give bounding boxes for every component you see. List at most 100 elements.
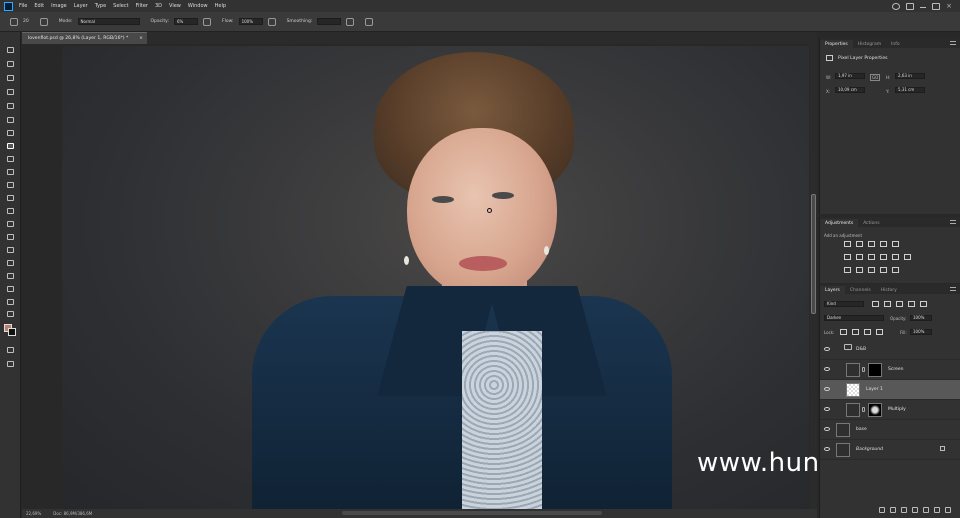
blend-mode-select[interactable]: Darken: [824, 315, 884, 321]
lock-transparency-icon[interactable]: [840, 329, 847, 335]
posterize-icon[interactable]: [856, 267, 863, 273]
eyedropper-tool-icon[interactable]: [6, 116, 15, 124]
trash-icon[interactable]: [945, 507, 951, 513]
gradient-tool-icon[interactable]: [6, 194, 15, 202]
hue-saturation-icon[interactable]: [844, 254, 851, 260]
black-white-icon[interactable]: [868, 254, 875, 260]
menu-view[interactable]: View: [169, 3, 181, 9]
selective-color-icon[interactable]: [892, 267, 899, 273]
eraser-tool-icon[interactable]: [6, 181, 15, 189]
zoom-tool-icon[interactable]: [6, 298, 15, 306]
document-tab[interactable]: lovenflot.psd @ 26,8% (Layer 1, RGB/16*)…: [22, 32, 147, 44]
lasso-tool-icon[interactable]: [6, 74, 15, 82]
smoothing-field[interactable]: [317, 18, 342, 25]
flow-field[interactable]: 100%: [238, 18, 263, 25]
move-tool-icon[interactable]: [6, 46, 15, 54]
brush-tool-icon[interactable]: [6, 142, 15, 150]
panel-menu-icon[interactable]: [950, 220, 956, 224]
layer-row[interactable]: base: [820, 420, 960, 440]
layer-mask-thumbnail[interactable]: [868, 403, 882, 417]
clone-stamp-tool-icon[interactable]: [6, 155, 15, 163]
minimize-icon[interactable]: [920, 6, 927, 8]
layer-filter-kind[interactable]: Kind: [824, 301, 864, 307]
layer-row-background[interactable]: Background: [820, 440, 960, 460]
visibility-eye-icon[interactable]: [824, 387, 830, 391]
layer-mask-thumbnail[interactable]: [868, 363, 882, 377]
canvas-area[interactable]: [22, 44, 817, 509]
brush-size[interactable]: 20: [23, 19, 29, 24]
brush-settings-icon[interactable]: [39, 17, 48, 26]
close-tab-icon[interactable]: ×: [139, 36, 143, 41]
filter-smart-object-icon[interactable]: [920, 301, 927, 307]
vertical-scrollbar[interactable]: [810, 44, 817, 509]
brush-tool-icon[interactable]: [10, 17, 18, 26]
vertical-scroll-thumb[interactable]: [811, 194, 816, 314]
filter-adjustment-icon[interactable]: [884, 301, 891, 307]
more-tools-icon[interactable]: [6, 310, 15, 318]
panel-menu-icon[interactable]: [950, 287, 956, 291]
curves-icon[interactable]: [868, 241, 875, 247]
menu-type[interactable]: Type: [95, 3, 106, 9]
type-tool-icon[interactable]: [6, 246, 15, 254]
visibility-eye-icon[interactable]: [824, 447, 830, 451]
fx-icon[interactable]: [890, 507, 896, 513]
zoom-level[interactable]: 22,69%: [26, 511, 41, 516]
link-icon[interactable]: [862, 367, 865, 372]
levels-icon[interactable]: [856, 241, 863, 247]
mode-select[interactable]: Normal: [77, 18, 140, 25]
new-group-icon[interactable]: [923, 507, 929, 513]
panel-menu-icon[interactable]: [950, 41, 956, 45]
screen-mode-icon[interactable]: [6, 360, 15, 368]
menu-window[interactable]: Window: [188, 3, 208, 9]
quick-select-tool-icon[interactable]: [6, 88, 15, 96]
quick-mask-icon[interactable]: [6, 346, 15, 354]
menu-edit[interactable]: Edit: [34, 3, 44, 9]
invert-icon[interactable]: [844, 267, 851, 273]
pressure-opacity-icon[interactable]: [203, 17, 212, 26]
menu-help[interactable]: Help: [215, 3, 226, 9]
layer-row[interactable]: Screen: [820, 360, 960, 380]
width-field[interactable]: 1,97 in: [835, 73, 865, 79]
color-balance-icon[interactable]: [856, 254, 863, 260]
layer-opacity-field[interactable]: 100%: [910, 315, 932, 321]
visibility-eye-icon[interactable]: [824, 407, 830, 411]
tab-histogram[interactable]: Histogram: [853, 40, 886, 48]
path-select-tool-icon[interactable]: [6, 259, 15, 267]
healing-tool-icon[interactable]: [6, 129, 15, 137]
filter-shape-icon[interactable]: [908, 301, 915, 307]
lock-position-icon[interactable]: [864, 329, 871, 335]
menu-image[interactable]: Image: [51, 3, 67, 9]
lock-all-icon[interactable]: [876, 329, 883, 335]
visibility-eye-icon[interactable]: [824, 367, 830, 371]
pen-tool-icon[interactable]: [6, 233, 15, 241]
color-lookup-icon[interactable]: [904, 254, 911, 260]
background-color-swatch[interactable]: [8, 328, 16, 336]
link-dimensions-button[interactable]: GO: [870, 74, 881, 81]
menu-filter[interactable]: Filter: [136, 3, 148, 9]
tab-history[interactable]: History: [876, 286, 902, 294]
y-field[interactable]: 5,31 cm: [895, 87, 925, 93]
channel-mixer-icon[interactable]: [892, 254, 899, 260]
vibrance-icon[interactable]: [892, 241, 899, 247]
exposure-icon[interactable]: [880, 241, 887, 247]
marquee-tool-icon[interactable]: [6, 60, 15, 68]
tab-channels[interactable]: Channels: [845, 286, 876, 294]
workspace-icon[interactable]: [906, 2, 915, 10]
gradient-map-icon[interactable]: [880, 267, 887, 273]
visibility-eye-icon[interactable]: [824, 347, 830, 351]
dodge-tool-icon[interactable]: [6, 220, 15, 228]
tab-layers[interactable]: Layers: [820, 286, 845, 294]
opacity-field[interactable]: 6%: [174, 18, 199, 25]
fill-field[interactable]: 100%: [910, 329, 932, 335]
tab-actions[interactable]: Actions: [858, 219, 884, 227]
pressure-size-icon[interactable]: [365, 17, 374, 26]
gear-icon[interactable]: [346, 17, 355, 26]
link-layers-icon[interactable]: [879, 507, 885, 513]
link-icon[interactable]: [862, 407, 865, 412]
history-brush-tool-icon[interactable]: [6, 168, 15, 176]
close-window-icon[interactable]: ×: [946, 2, 952, 10]
tab-properties[interactable]: Properties: [820, 40, 853, 48]
layer-row-selected[interactable]: Layer 1: [820, 380, 960, 400]
lock-pixels-icon[interactable]: [852, 329, 859, 335]
doc-info[interactable]: Doc: 86,9M/386,6M: [53, 511, 92, 516]
